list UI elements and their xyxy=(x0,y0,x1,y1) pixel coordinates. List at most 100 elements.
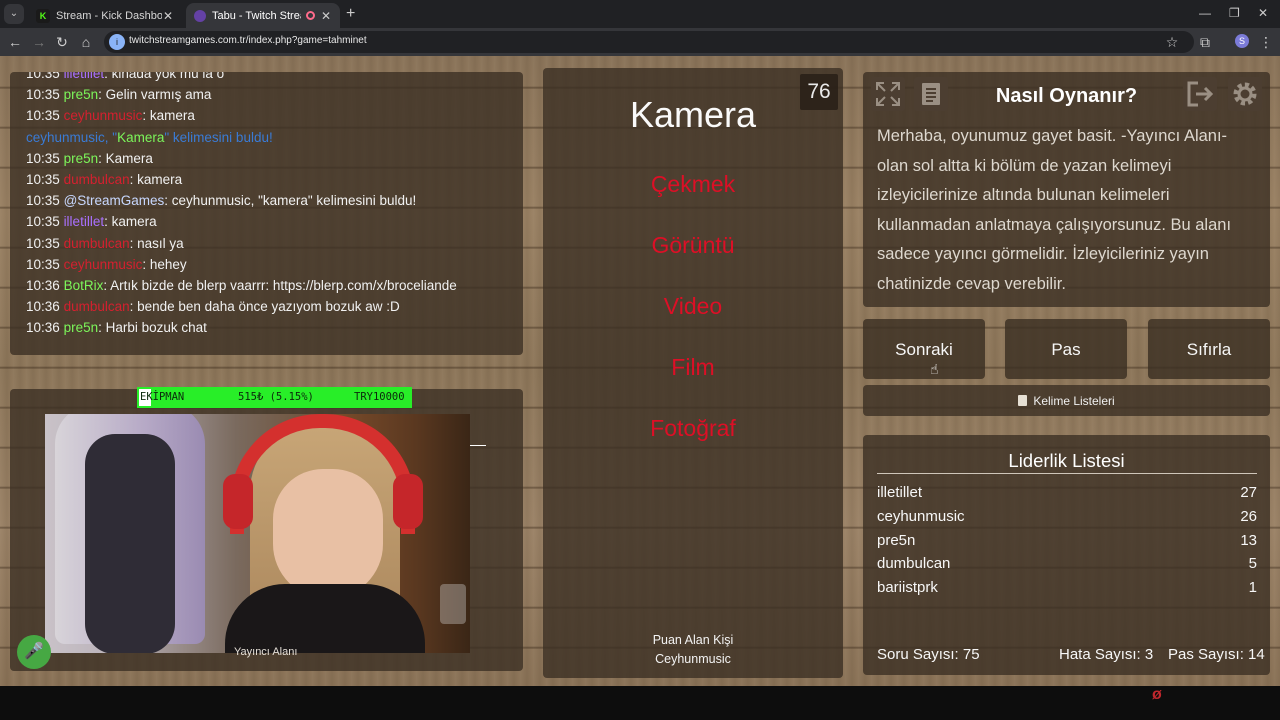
chat-message: 10:36 pre5n: Harbi bozuk chat xyxy=(26,319,207,337)
settings-button[interactable] xyxy=(1228,77,1262,111)
chat-message: 10:35 ceyhunmusic: kamera xyxy=(26,107,195,125)
chat-message: 10:35 dumbulcan: nasıl ya xyxy=(26,235,184,253)
leaderboard-row: pre5n 13 xyxy=(877,532,1257,552)
chat-text: : Artık bizde de blerp vaarrr: https://b… xyxy=(103,278,457,293)
more-menu-icon[interactable]: ⋮ xyxy=(1257,33,1275,51)
restore-icon[interactable]: ❐ xyxy=(1229,6,1240,20)
tab-kick-dashboard[interactable]: K Stream - Kick Dashboard ✕ xyxy=(28,3,182,28)
taboo-word: Video xyxy=(663,293,723,319)
leaderboard-name: ceyhunmusic xyxy=(877,507,965,525)
bookmark-star-icon[interactable]: ☆ xyxy=(1163,33,1181,51)
word-lists-label[interactable]: Kelime Listeleri xyxy=(863,394,1270,408)
question-count: Soru Sayısı: 75 xyxy=(877,646,980,663)
leaderboard-title: Liderlik Listesi xyxy=(1008,450,1125,471)
leaderboard-score: 13 xyxy=(1240,531,1257,549)
forward-icon[interactable]: → xyxy=(30,33,48,51)
microphone-button[interactable]: 🎤 xyxy=(17,635,51,669)
how-to-play-title: Nasıl Oynanır? xyxy=(995,85,1138,107)
chat-username[interactable]: dumbulcan xyxy=(64,172,130,187)
streamer-area-label: Yayıncı Alanı xyxy=(234,646,298,658)
chat-username[interactable]: ceyhunmusic xyxy=(26,130,105,145)
chat-text: : Gelin varmış ama xyxy=(98,87,212,103)
fullscreen-icon xyxy=(876,82,900,106)
leaderboard-score: 5 xyxy=(1248,555,1257,573)
kick-logo-icon: K xyxy=(36,8,50,23)
headphone-right-ear xyxy=(393,474,423,529)
chat-username[interactable]: illetillet xyxy=(64,72,105,81)
chat-timestamp: 10:35 xyxy=(26,108,60,124)
webcam-feed xyxy=(45,414,470,653)
leaderboard-name: illetillet xyxy=(877,484,923,501)
minimize-icon[interactable]: — xyxy=(1199,6,1211,20)
document-icon xyxy=(922,83,940,105)
error-count: Hata Sayısı: 3 xyxy=(1059,646,1154,663)
word-lists-text: Kelime Listeleri xyxy=(1033,394,1115,408)
close-window-icon[interactable]: ✕ xyxy=(1258,6,1268,20)
chat-username[interactable]: pre5n xyxy=(64,151,99,166)
app-logo-icon: ø xyxy=(1152,686,1162,703)
gear-icon xyxy=(1233,82,1257,106)
profile-avatar[interactable]: S xyxy=(1235,34,1249,48)
system-text: , " xyxy=(104,129,118,145)
taboo-word: Görüntü xyxy=(651,232,735,258)
pass-button[interactable]: Pas xyxy=(1005,319,1127,379)
chat-text: : nasıl ya xyxy=(129,235,184,251)
found-word: Kamera xyxy=(117,129,165,145)
tab-title: Stream - Kick Dashboard xyxy=(56,9,162,22)
chat-message: 10:35 pre5n: Kamera xyxy=(26,150,153,168)
leaderboard-row: dumbulcan 5 xyxy=(877,555,1257,575)
fullscreen-button[interactable] xyxy=(871,77,905,111)
chat-text: : kamera xyxy=(104,214,157,230)
chat-username[interactable]: ceyhunmusic xyxy=(64,108,143,123)
address-input[interactable]: i twitchstreamgames.com.tr/index.php?gam… xyxy=(104,31,1194,53)
chat-text: : Kamera xyxy=(98,150,153,166)
browser-tab-strip: ⌄ K Stream - Kick Dashboard ✕ Tabu - Twi… xyxy=(0,0,1280,28)
reset-button[interactable]: Sıfırla xyxy=(1148,319,1270,379)
site-info-icon[interactable]: i xyxy=(109,34,125,50)
target-word: Kamera xyxy=(629,94,757,135)
divider xyxy=(470,445,486,446)
chat-timestamp: 10:35 xyxy=(26,214,60,230)
taboo-word: Çekmek xyxy=(650,171,736,197)
chat-text: : kamera xyxy=(129,172,183,187)
chat-username[interactable]: ceyhunmusic xyxy=(64,257,143,272)
url-text: twitchstreamgames.com.tr/index.php?game=… xyxy=(129,35,367,46)
close-icon[interactable]: ✕ xyxy=(320,9,332,23)
taboo-word: Fotoğraf xyxy=(650,415,736,441)
next-button[interactable]: Sonraki xyxy=(863,319,985,379)
goal-target: TRY10000 xyxy=(354,391,405,403)
extensions-icon[interactable]: ⧉ xyxy=(1196,33,1214,51)
chat-timestamp: 10:35 xyxy=(26,256,60,272)
chat-message: 10:35 pre5n: Gelin varmış ama xyxy=(26,86,211,104)
chat-text: : bende ben daha önce yazıyom bozuk aw :… xyxy=(129,299,400,315)
leaderboard-name: dumbulcan xyxy=(877,555,951,573)
leaderboard-row: bariistprk 1 xyxy=(877,579,1257,599)
chat-text: : hehey xyxy=(142,256,187,272)
home-icon[interactable]: ⌂ xyxy=(77,33,95,51)
chat-message: 10:36 dumbulcan: bende ben daha önce yaz… xyxy=(26,298,400,316)
exit-button[interactable] xyxy=(1183,77,1217,111)
address-bar-row: ← → ↻ ⌂ i twitchstreamgames.com.tr/index… xyxy=(0,28,1280,56)
streamer-body xyxy=(225,584,425,653)
new-tab-icon[interactable]: + xyxy=(346,5,355,23)
tab-search-button[interactable]: ⌄ xyxy=(4,4,24,24)
taskbar-strip xyxy=(0,686,1280,720)
goal-item: EKİPMAN xyxy=(140,391,185,403)
chat-username[interactable]: @StreamGames xyxy=(64,193,165,208)
reload-icon[interactable]: ↻ xyxy=(53,33,71,51)
chat-username[interactable]: dumbulcan xyxy=(64,236,130,251)
chat-username[interactable]: pre5n xyxy=(64,320,99,335)
chat-username[interactable]: illetillet xyxy=(64,214,105,229)
notes-button[interactable] xyxy=(914,77,948,111)
chat-username[interactable]: BotRix xyxy=(64,278,104,293)
donation-goal-bar: EKİPMAN 515₺ (5.15%) TRY10000 xyxy=(137,387,412,408)
chat-username[interactable]: dumbulcan xyxy=(64,299,130,314)
close-icon[interactable]: ✕ xyxy=(162,9,174,23)
chat-text: : ceyhunmusic, "kamera" kelimesini buldu… xyxy=(164,193,417,209)
chat-timestamp: 10:35 xyxy=(26,235,60,251)
chat-username[interactable]: pre5n xyxy=(64,87,99,102)
chat-text: : kinada yok mu la o xyxy=(104,72,225,81)
tab-tabu-game[interactable]: Tabu - Twitch Stream Games ✕ xyxy=(186,3,340,28)
leaderboard-divider xyxy=(877,473,1257,474)
back-icon[interactable]: ← xyxy=(6,33,24,51)
